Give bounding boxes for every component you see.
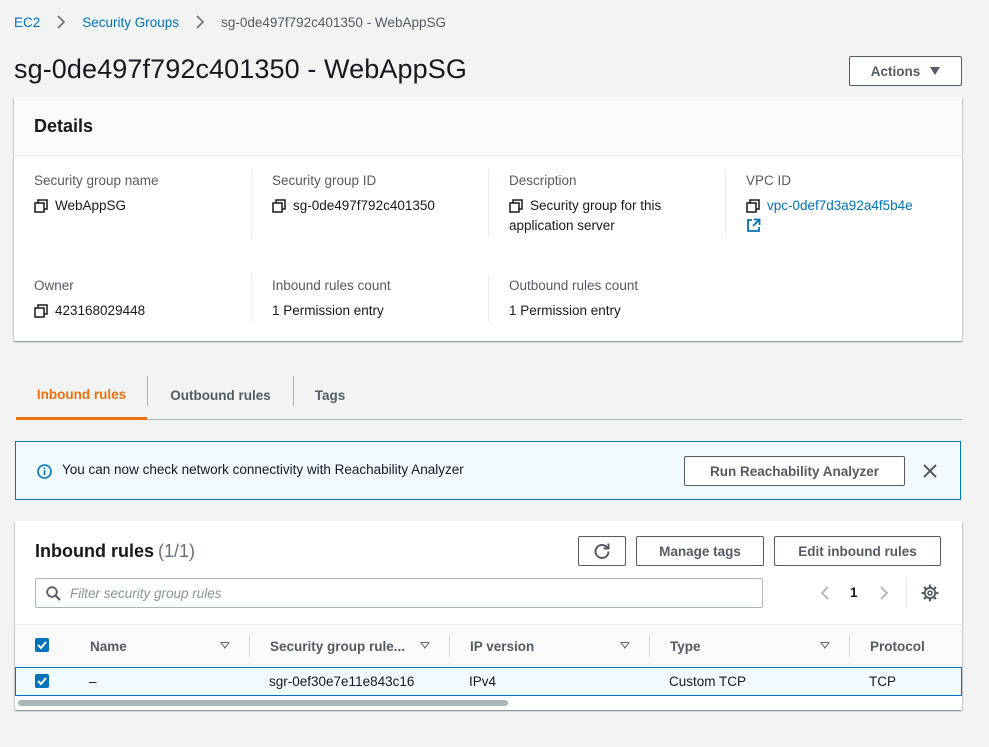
outbound-rules-count-field: Outbound rules count 1 Permission entry bbox=[509, 276, 638, 321]
security-group-id-value: sg-0de497f792c401350 bbox=[293, 198, 435, 213]
actions-label: Actions bbox=[870, 63, 921, 79]
inbound-rules-count: (1/1) bbox=[158, 541, 196, 561]
cell-rule-id: sgr-0ef30e7e11e843c16 bbox=[269, 674, 415, 689]
description-value-line2: application server bbox=[509, 218, 615, 233]
description-field: Description Security group for this appl… bbox=[509, 171, 709, 236]
breadcrumb-current: sg-0de497f792c401350 - WebAppSG bbox=[221, 14, 446, 30]
cell-protocol: TCP bbox=[869, 674, 896, 689]
sort-caret-icon[interactable] bbox=[620, 642, 630, 649]
external-link-icon[interactable] bbox=[746, 218, 761, 233]
vpc-id-field: VPC ID vpc-0def7d3a92a4f5b4e bbox=[746, 171, 951, 233]
owner-field: Owner 423168029448 bbox=[34, 276, 145, 321]
table-row[interactable]: – sgr-0ef30e7e11e843c16 IPv4 Custom TCP … bbox=[15, 667, 962, 696]
refresh-button[interactable] bbox=[578, 536, 626, 566]
cell-type: Custom TCP bbox=[669, 674, 747, 689]
column-divider[interactable] bbox=[249, 635, 250, 657]
column-divider[interactable] bbox=[649, 635, 650, 657]
filter-rules-input[interactable] bbox=[70, 579, 750, 607]
copy-icon[interactable] bbox=[34, 304, 48, 318]
security-group-id-label: Security group ID bbox=[272, 173, 377, 188]
security-group-name-field: Security group name WebAppSG bbox=[34, 171, 159, 216]
sort-caret-icon[interactable] bbox=[420, 642, 430, 649]
chevron-right-icon bbox=[54, 15, 68, 29]
breadcrumb: EC2 Security Groups sg-0de497f792c401350… bbox=[14, 12, 446, 32]
copy-icon[interactable] bbox=[746, 199, 760, 213]
close-icon[interactable] bbox=[922, 463, 938, 479]
inbound-rules-title: Inbound rules bbox=[35, 541, 154, 561]
filter-rules-search[interactable] bbox=[35, 578, 763, 608]
select-all-checkbox[interactable] bbox=[35, 638, 49, 652]
column-divider bbox=[251, 169, 252, 237]
vpc-id-link[interactable]: vpc-0def7d3a92a4f5b4e bbox=[767, 196, 913, 216]
column-divider bbox=[488, 275, 489, 323]
page-title: sg-0de497f792c401350 - WebAppSG bbox=[14, 54, 467, 84]
column-divider bbox=[488, 169, 489, 237]
horizontal-scrollbar-thumb[interactable] bbox=[18, 700, 508, 706]
copy-icon[interactable] bbox=[34, 199, 48, 213]
page-number[interactable]: 1 bbox=[850, 585, 858, 600]
breadcrumb-ec2-link[interactable]: EC2 bbox=[14, 15, 40, 30]
vpc-id-label: VPC ID bbox=[746, 173, 792, 188]
description-value-line1: Security group for this bbox=[530, 198, 662, 213]
owner-label: Owner bbox=[34, 278, 74, 293]
security-group-name-label: Security group name bbox=[34, 173, 159, 188]
outbound-rules-count-value: 1 Permission entry bbox=[509, 303, 621, 318]
details-title: Details bbox=[34, 116, 94, 136]
column-header-type[interactable]: Type bbox=[670, 625, 701, 667]
run-reachability-analyzer-button[interactable]: Run Reachability Analyzer bbox=[684, 456, 905, 486]
caret-down-icon bbox=[930, 67, 941, 75]
chevron-right-icon bbox=[193, 15, 207, 29]
edit-inbound-rules-button[interactable]: Edit inbound rules bbox=[774, 536, 941, 566]
tab-inbound-rules[interactable]: Inbound rules bbox=[16, 371, 147, 420]
column-header-ip-version[interactable]: IP version bbox=[470, 625, 534, 667]
inbound-rules-count-label: Inbound rules count bbox=[272, 278, 391, 293]
info-icon bbox=[37, 464, 52, 479]
breadcrumb-security-groups-link[interactable]: Security Groups bbox=[82, 15, 179, 30]
details-header: Details bbox=[14, 97, 962, 156]
sort-caret-icon[interactable] bbox=[220, 642, 230, 649]
manage-tags-button[interactable]: Manage tags bbox=[636, 536, 764, 566]
outbound-rules-count-label: Outbound rules count bbox=[509, 278, 639, 293]
copy-icon[interactable] bbox=[509, 199, 523, 213]
chevron-left-icon[interactable] bbox=[818, 585, 832, 601]
inbound-rules-count-value: 1 Permission entry bbox=[272, 303, 384, 318]
inbound-rules-heading: Inbound rules (1/1) bbox=[35, 541, 195, 562]
column-header-name[interactable]: Name bbox=[90, 625, 127, 667]
table-header: Name Security group rule... IP version T… bbox=[15, 624, 962, 666]
banner-text: You can now check network connectivity w… bbox=[62, 462, 464, 477]
inbound-rules-count-field: Inbound rules count 1 Permission entry bbox=[272, 276, 391, 321]
column-divider[interactable] bbox=[849, 635, 850, 657]
actions-dropdown-button[interactable]: Actions bbox=[849, 56, 962, 86]
tab-tags[interactable]: Tags bbox=[294, 371, 366, 419]
sort-caret-icon[interactable] bbox=[820, 642, 830, 649]
column-divider bbox=[251, 275, 252, 323]
column-header-rule-id[interactable]: Security group rule... bbox=[270, 625, 405, 667]
tab-outbound-rules[interactable]: Outbound rules bbox=[148, 371, 293, 419]
details-panel: Details Security group name WebAppSG Sec… bbox=[14, 97, 962, 341]
tab-bar: Inbound rules Outbound rules Tags bbox=[16, 371, 962, 420]
row-checkbox[interactable] bbox=[35, 674, 49, 688]
cell-name: – bbox=[89, 674, 97, 689]
pager-divider bbox=[906, 578, 907, 608]
description-label: Description bbox=[509, 173, 577, 188]
column-header-protocol[interactable]: Protocol bbox=[870, 625, 925, 667]
security-group-id-field: Security group ID sg-0de497f792c401350 bbox=[272, 171, 435, 216]
column-divider bbox=[725, 169, 726, 237]
copy-icon[interactable] bbox=[272, 199, 286, 213]
search-icon bbox=[46, 586, 61, 601]
column-divider[interactable] bbox=[449, 635, 450, 657]
chevron-right-icon[interactable] bbox=[877, 585, 891, 601]
gear-icon[interactable] bbox=[921, 584, 939, 602]
cell-ip-version: IPv4 bbox=[469, 674, 497, 689]
security-group-name-value: WebAppSG bbox=[55, 198, 127, 213]
owner-value: 423168029448 bbox=[55, 303, 146, 318]
refresh-icon bbox=[594, 543, 610, 559]
